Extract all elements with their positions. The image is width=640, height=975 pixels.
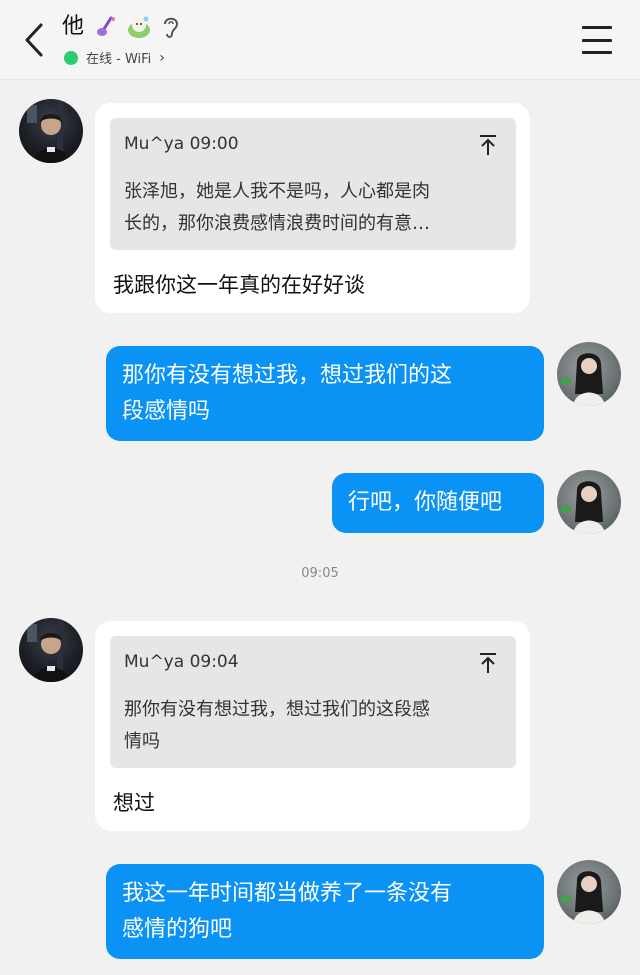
online-status[interactable]: 在线 - WiFi ›	[64, 48, 165, 67]
guitar-emoji	[94, 14, 120, 40]
ear-emoji	[158, 14, 184, 40]
contact-avatar[interactable]	[19, 99, 83, 163]
jump-to-quote-icon[interactable]	[478, 134, 498, 156]
quote-text-line: 长的，那你浪费感情浪费时间的有意…	[124, 213, 430, 234]
back-button[interactable]	[14, 18, 54, 62]
jump-to-quote-icon[interactable]	[478, 652, 498, 674]
menu-button[interactable]	[582, 26, 612, 54]
chevron-right-icon: ›	[159, 49, 165, 66]
message-text-line: 感情的狗吧	[122, 917, 233, 942]
my-avatar[interactable]	[557, 860, 621, 924]
my-avatar[interactable]	[557, 342, 621, 406]
quote-text-line: 那你有没有想过我，想过我们的这段感	[124, 699, 430, 720]
message-text-line: 我这一年时间都当做养了一条没有	[122, 881, 453, 906]
online-dot-icon	[64, 50, 78, 65]
message-bubble-outgoing[interactable]: 我这一年时间都当做养了一条没有 感情的狗吧	[106, 864, 544, 959]
hamburger-menu-icon	[582, 26, 612, 29]
message-bubble-outgoing[interactable]: 那你有没有想过我，想过我们的这 段感情吗	[106, 346, 544, 441]
quoted-message[interactable]: Mu^ya 09:04 那你有没有想过我，想过我们的这段感 情吗	[110, 636, 516, 768]
contact-avatar[interactable]	[19, 618, 83, 682]
message-bubble-outgoing[interactable]: 行吧，你随便吧	[332, 473, 544, 533]
quote-text-line: 张泽旭，她是人我不是吗，人心都是肉	[124, 181, 430, 202]
message-bubble-incoming[interactable]: Mu^ya 09:04 那你有没有想过我，想过我们的这段感 情吗 想过	[95, 621, 530, 831]
chat-header: 他 在线 - WiFi ›	[0, 0, 640, 80]
message-text-line: 段感情吗	[122, 399, 211, 424]
message-text-line: 行吧，你随便吧	[348, 490, 503, 515]
message-text: 我跟你这一年真的在好好谈	[113, 273, 365, 297]
quote-text-line: 情吗	[124, 731, 160, 752]
message-text: 想过	[113, 791, 155, 815]
my-avatar[interactable]	[557, 470, 621, 534]
quoted-message[interactable]: Mu^ya 09:00 张泽旭，她是人我不是吗，人心都是肉 长的，那你浪费感情浪…	[110, 118, 516, 250]
quote-author-time: Mu^ya 09:04	[124, 652, 239, 672]
quote-author-time: Mu^ya 09:00	[124, 134, 239, 154]
message-bubble-incoming[interactable]: Mu^ya 09:00 张泽旭，她是人我不是吗，人心都是肉 长的，那你浪费感情浪…	[95, 103, 530, 313]
chat-timestamp: 09:05	[301, 566, 339, 581]
message-text-line: 那你有没有想过我，想过我们的这	[122, 363, 453, 388]
chevron-left-icon	[25, 23, 43, 57]
contact-name[interactable]: 他	[62, 12, 84, 42]
chick-emoji	[126, 14, 152, 40]
name-emojis	[94, 14, 184, 40]
status-text: 在线 - WiFi	[86, 52, 152, 67]
